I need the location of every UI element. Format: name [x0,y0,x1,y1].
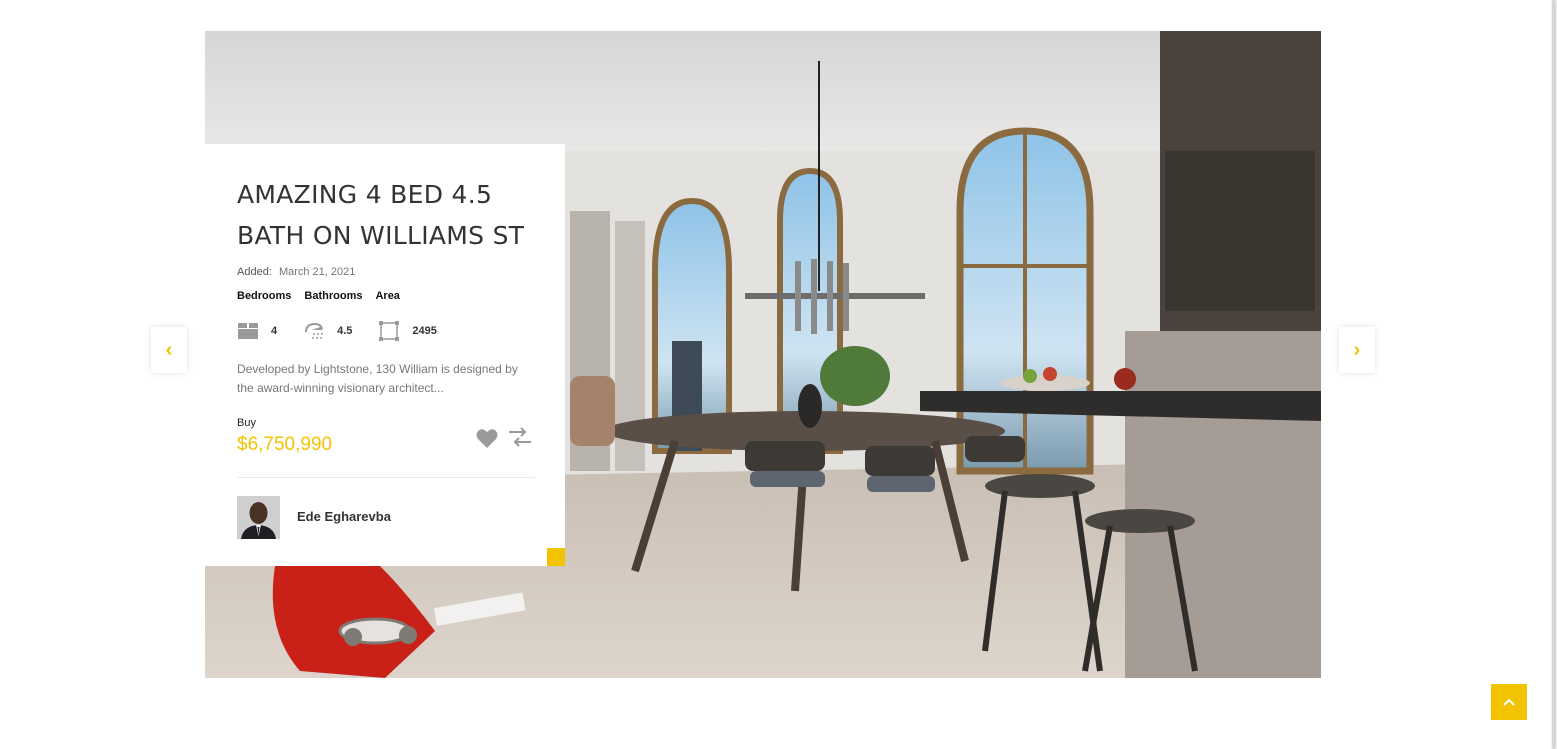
listing-title[interactable]: AMAZING 4 BED 4.5 BATH ON WILLIAMS ST [237,174,537,256]
feature-label-bedrooms: Bedrooms [237,290,292,302]
avatar[interactable] [237,496,280,539]
back-to-top-button[interactable] [1491,684,1527,720]
added-date-row: Added: March 21, 2021 [237,266,355,278]
shower-icon [305,322,324,339]
card-divider [237,477,535,478]
slider-prev-button[interactable]: ‹ [151,327,187,373]
chevron-left-icon: ‹ [165,338,173,361]
feature-values: 4 4.5 2495 [237,320,463,342]
listing-description: Developed by Lightstone, 130 William is … [237,362,518,395]
added-date: March 21, 2021 [278,266,356,278]
added-label: Added: [237,266,272,278]
chevron-right-icon: › [1353,338,1361,361]
agent-name[interactable]: Ede Egharevba [297,509,391,524]
chevron-up-icon [1503,698,1515,706]
feature-labels: Bedrooms Bathrooms Area [237,290,400,302]
area-icon [379,321,400,341]
bedrooms-value: 4 [271,325,278,337]
area-value: 2495 [412,325,437,337]
scrollbar-thumb[interactable] [1552,0,1556,749]
bed-icon [238,323,258,339]
listing-card[interactable]: AMAZING 4 BED 4.5 BATH ON WILLIAMS ST Ad… [205,144,565,566]
bathrooms-value: 4.5 [337,325,353,337]
compare-arrows-icon[interactable] [507,424,533,450]
feature-label-bathrooms: Bathrooms [304,290,363,302]
slider-next-button[interactable]: › [1339,327,1375,373]
page-scrollbar[interactable] [1551,0,1557,749]
listing-status: Buy [237,417,256,429]
card-accent-square [547,548,565,566]
heart-icon[interactable] [475,427,499,449]
feature-label-area: Area [375,290,400,302]
listing-price: $6,750,990 [237,434,333,455]
